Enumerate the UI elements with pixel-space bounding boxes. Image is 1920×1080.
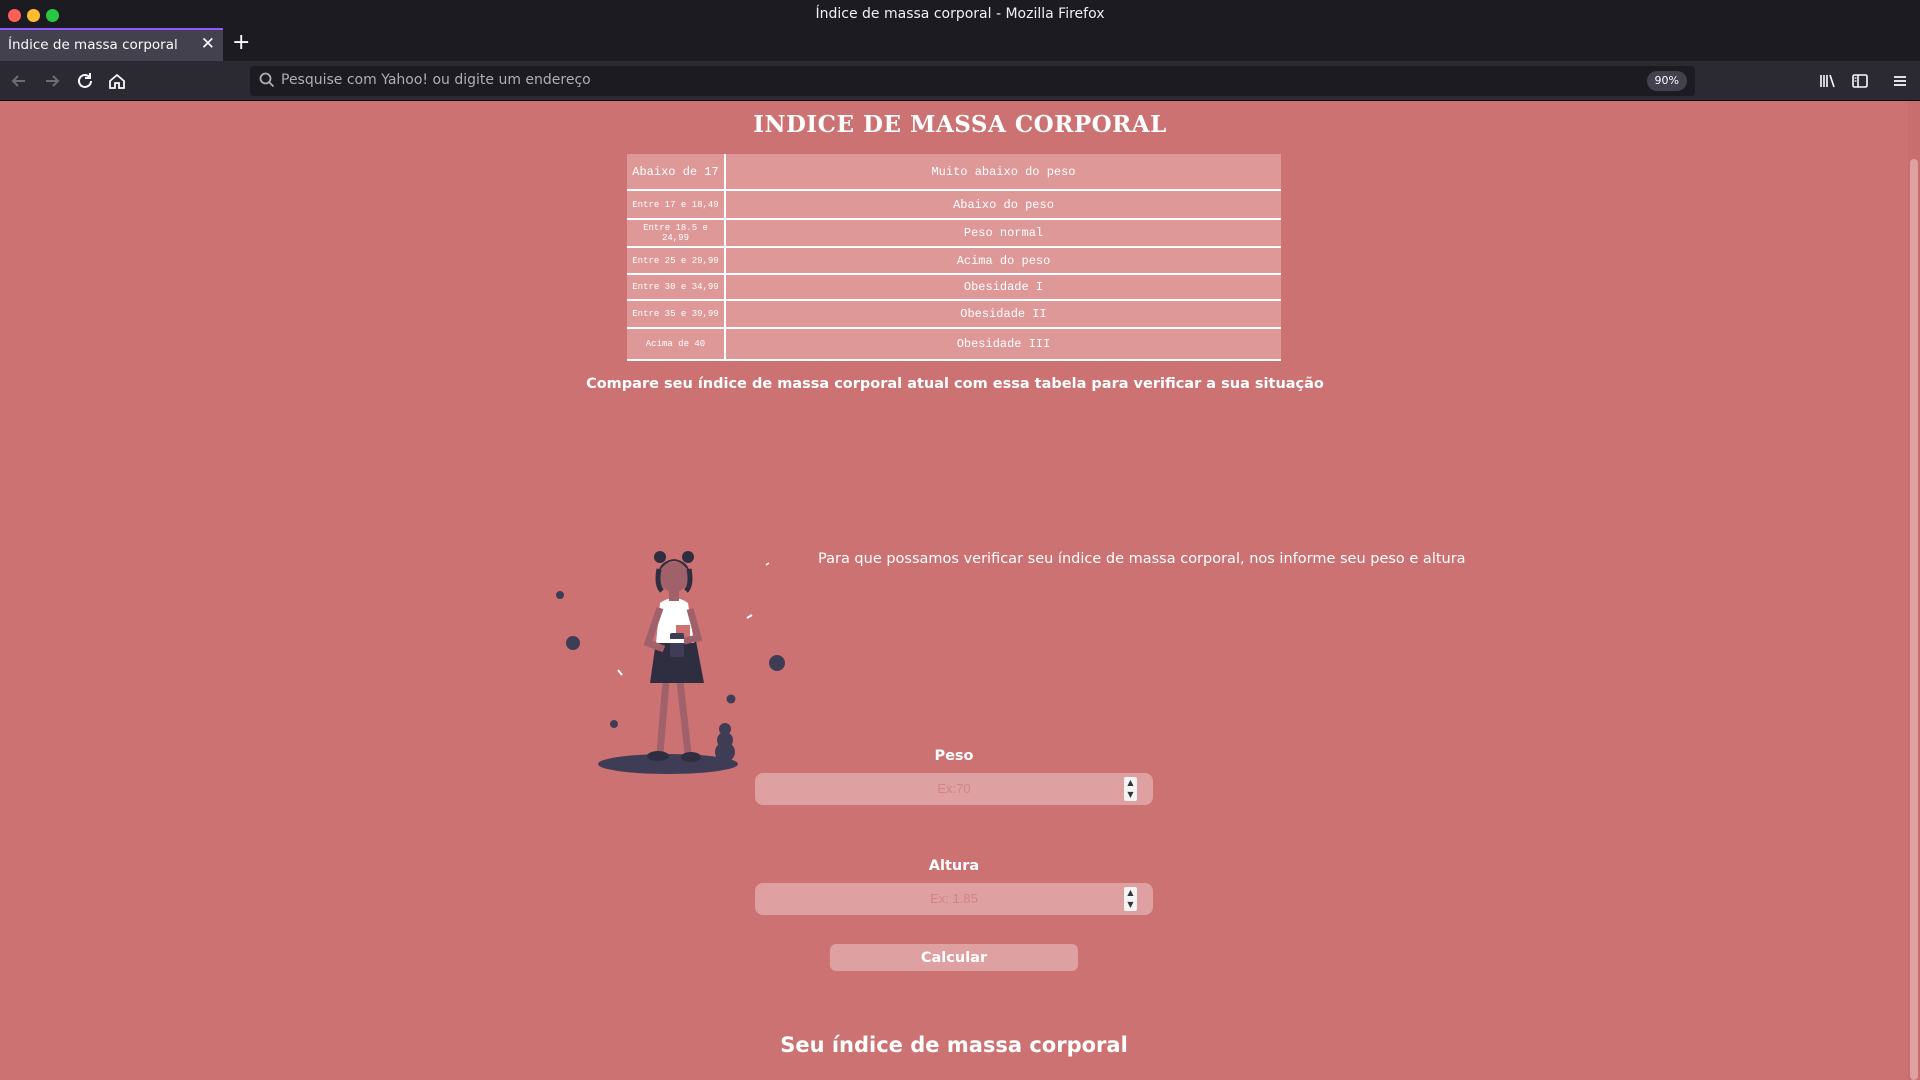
reload-icon[interactable] — [74, 70, 96, 92]
table-cell-range: Entre 17 e 18,49 — [627, 190, 726, 220]
result-heading: Seu índice de massa corporal — [780, 1033, 1128, 1057]
table-row: Abaixo de 17 Muito abaixo do peso — [627, 154, 1281, 191]
home-icon[interactable] — [106, 70, 128, 92]
table-cell-range: Entre 25 e 29,99 — [627, 247, 726, 275]
table-row: Entre 35 e 39,99 Obesidade II — [627, 300, 1281, 329]
page-content: INDICE DE MASSA CORPORAL Abaixo de 17 Mu… — [0, 101, 1920, 1080]
chevron-down-icon[interactable]: ▼ — [1124, 899, 1137, 911]
table-cell-range: Entre 30 e 34,99 — [627, 274, 726, 301]
scrollbar-thumb[interactable] — [1910, 159, 1918, 1080]
info-instruction: Para que possamos verificar seu índice d… — [818, 551, 1466, 567]
peso-input[interactable]: Ex:70 ▲ ▼ — [755, 773, 1153, 805]
table-row: Entre 18.5 e 24,99 Peso normal — [627, 219, 1281, 248]
table-cell-status: Obesidade I — [725, 274, 1281, 301]
table-row: Entre 25 e 29,99 Acima do peso — [627, 247, 1281, 275]
chevron-up-icon[interactable]: ▲ — [1124, 887, 1137, 899]
fitness-illustration — [556, 551, 785, 774]
altura-placeholder: Ex: 1.85 — [930, 891, 978, 906]
table-row: Entre 17 e 18,49 Abaixo do peso — [627, 190, 1281, 220]
table-cell-status: Obesidade II — [725, 300, 1281, 329]
tab-close-icon[interactable]: ✕ — [201, 34, 215, 54]
url-bar[interactable]: Pesquise com Yahoo! ou digite um endereç… — [250, 66, 1695, 96]
search-icon — [258, 71, 276, 89]
url-placeholder: Pesquise com Yahoo! ou digite um endereç… — [281, 72, 591, 88]
peso-placeholder: Ex:70 — [937, 781, 971, 796]
library-icon[interactable] — [1818, 71, 1838, 91]
table-cell-range: Abaixo de 17 — [627, 154, 726, 191]
window-title: Índice de massa corporal - Mozilla Firef… — [815, 6, 1105, 22]
page-title: INDICE DE MASSA CORPORAL — [753, 111, 1167, 138]
calcular-button[interactable]: Calcular — [830, 944, 1078, 971]
bmi-table: Abaixo de 17 Muito abaixo do peso Entre … — [627, 154, 1281, 361]
altura-stepper[interactable]: ▲ ▼ — [1124, 887, 1137, 911]
navigation-toolbar: Pesquise com Yahoo! ou digite um endereç… — [0, 61, 1920, 101]
tab-active[interactable]: Índice de massa corporal ✕ — [0, 28, 223, 61]
chevron-up-icon[interactable]: ▲ — [1124, 777, 1137, 789]
altura-label: Altura — [928, 858, 980, 874]
table-cell-status: Abaixo do peso — [725, 190, 1281, 220]
table-cell-status: Muito abaixo do peso — [725, 154, 1281, 191]
window-titlebar: Índice de massa corporal - Mozilla Firef… — [0, 0, 1920, 28]
hamburger-menu-icon[interactable] — [1890, 71, 1910, 91]
table-cell-range: Entre 35 e 39,99 — [627, 300, 726, 329]
zoom-level-badge[interactable]: 90% — [1646, 71, 1687, 91]
chevron-down-icon[interactable]: ▼ — [1124, 789, 1137, 801]
table-row: Acima de 40 Obesidade III — [627, 328, 1281, 361]
new-tab-button[interactable]: + — [232, 31, 250, 55]
sidebar-icon[interactable] — [1850, 71, 1870, 91]
table-cell-range: Acima de 40 — [627, 328, 726, 361]
tab-label: Índice de massa corporal — [8, 37, 178, 53]
altura-input[interactable]: Ex: 1.85 ▲ ▼ — [755, 883, 1153, 915]
peso-label: Peso — [934, 748, 974, 764]
table-cell-status: Peso normal — [725, 219, 1281, 248]
back-icon[interactable] — [8, 70, 30, 92]
compare-instruction: Compare seu índice de massa corporal atu… — [586, 376, 1324, 392]
forward-icon[interactable] — [41, 70, 63, 92]
table-cell-status: Acima do peso — [725, 247, 1281, 275]
peso-stepper[interactable]: ▲ ▼ — [1124, 777, 1137, 801]
tab-strip: Índice de massa corporal ✕ — [0, 28, 1920, 61]
table-cell-status: Obesidade III — [725, 328, 1281, 361]
page-scrollbar[interactable] — [1908, 101, 1920, 1080]
table-row: Entre 30 e 34,99 Obesidade I — [627, 274, 1281, 301]
table-cell-range: Entre 18.5 e 24,99 — [627, 219, 726, 248]
